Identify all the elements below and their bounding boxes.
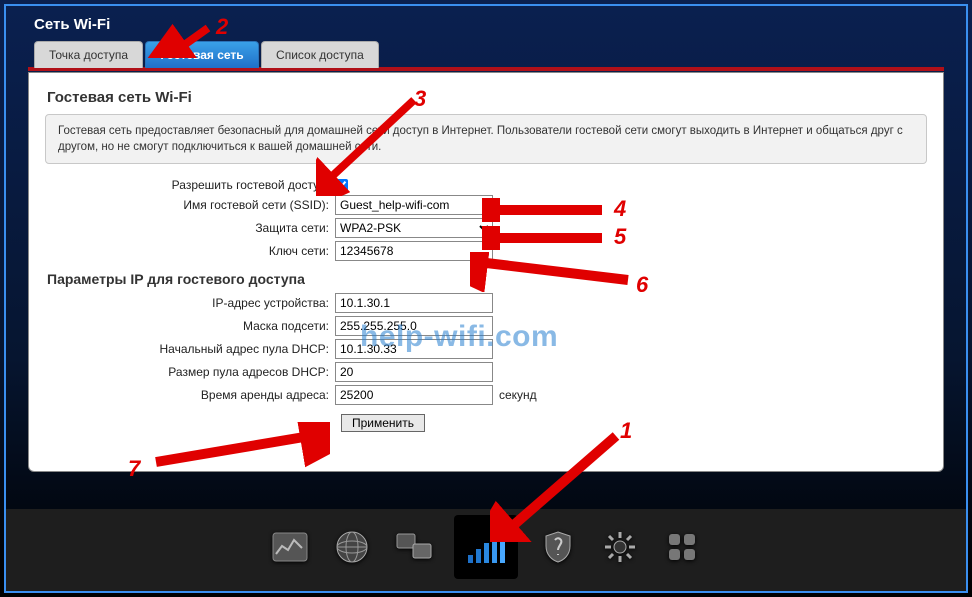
annotation-number-1: 1 bbox=[620, 418, 632, 444]
tab-access-list[interactable]: Список доступа bbox=[261, 41, 379, 68]
ssid-input[interactable] bbox=[335, 195, 493, 215]
lease-input[interactable] bbox=[335, 385, 493, 405]
pool-size-label: Размер пула адресов DHCP: bbox=[45, 365, 335, 379]
globe-icon bbox=[335, 530, 369, 564]
panel-heading: Гостевая сеть Wi-Fi bbox=[47, 89, 927, 106]
bottom-toolbar bbox=[268, 515, 704, 579]
info-box: Гостевая сеть предоставляет безопасный д… bbox=[45, 114, 927, 164]
lease-label: Время аренды адреса: bbox=[45, 388, 335, 402]
annotation-number-6: 6 bbox=[636, 272, 648, 298]
security-select[interactable]: WPA2-PSK bbox=[335, 218, 493, 238]
annotation-number-3: 3 bbox=[414, 86, 426, 112]
device-ip-label: IP-адрес устройства: bbox=[45, 296, 335, 310]
toolbar-apps[interactable] bbox=[660, 525, 704, 569]
device-ip-input[interactable] bbox=[335, 293, 493, 313]
ssid-label: Имя гостевой сети (SSID): bbox=[45, 198, 335, 212]
annotation-number-5: 5 bbox=[614, 224, 626, 250]
security-label: Защита сети: bbox=[45, 221, 335, 235]
annotation-arrow-4 bbox=[482, 198, 612, 222]
lease-unit: секунд bbox=[499, 388, 537, 402]
toolbar-lan[interactable] bbox=[392, 525, 436, 569]
pool-start-label: Начальный адрес пула DHCP: bbox=[45, 342, 335, 356]
apply-button[interactable]: Применить bbox=[341, 414, 425, 432]
annotation-arrow-2 bbox=[70, 18, 220, 58]
annotation-arrow-7 bbox=[150, 422, 330, 472]
toolbar-internet[interactable] bbox=[330, 525, 374, 569]
toolbar-status[interactable] bbox=[268, 525, 312, 569]
annotation-arrow-5 bbox=[482, 226, 612, 250]
annotation-number-4: 4 bbox=[614, 196, 626, 222]
apps-icon bbox=[667, 532, 697, 562]
lan-icon bbox=[395, 532, 433, 562]
annotation-number-7: 7 bbox=[128, 456, 140, 482]
mask-label: Маска подсети: bbox=[45, 319, 335, 333]
app-frame: Сеть Wi-Fi Точка доступа Гостевая сеть С… bbox=[4, 4, 968, 593]
mask-input[interactable] bbox=[335, 316, 493, 336]
pool-start-input[interactable] bbox=[335, 339, 493, 359]
annotation-arrow-1 bbox=[490, 432, 630, 542]
pool-size-input[interactable] bbox=[335, 362, 493, 382]
annotation-number-2: 2 bbox=[216, 14, 228, 40]
annotation-arrow-6 bbox=[470, 252, 640, 292]
status-graph-icon bbox=[272, 532, 308, 562]
key-label: Ключ сети: bbox=[45, 244, 335, 258]
enable-guest-label: Разрешить гостевой доступ: bbox=[45, 178, 335, 192]
